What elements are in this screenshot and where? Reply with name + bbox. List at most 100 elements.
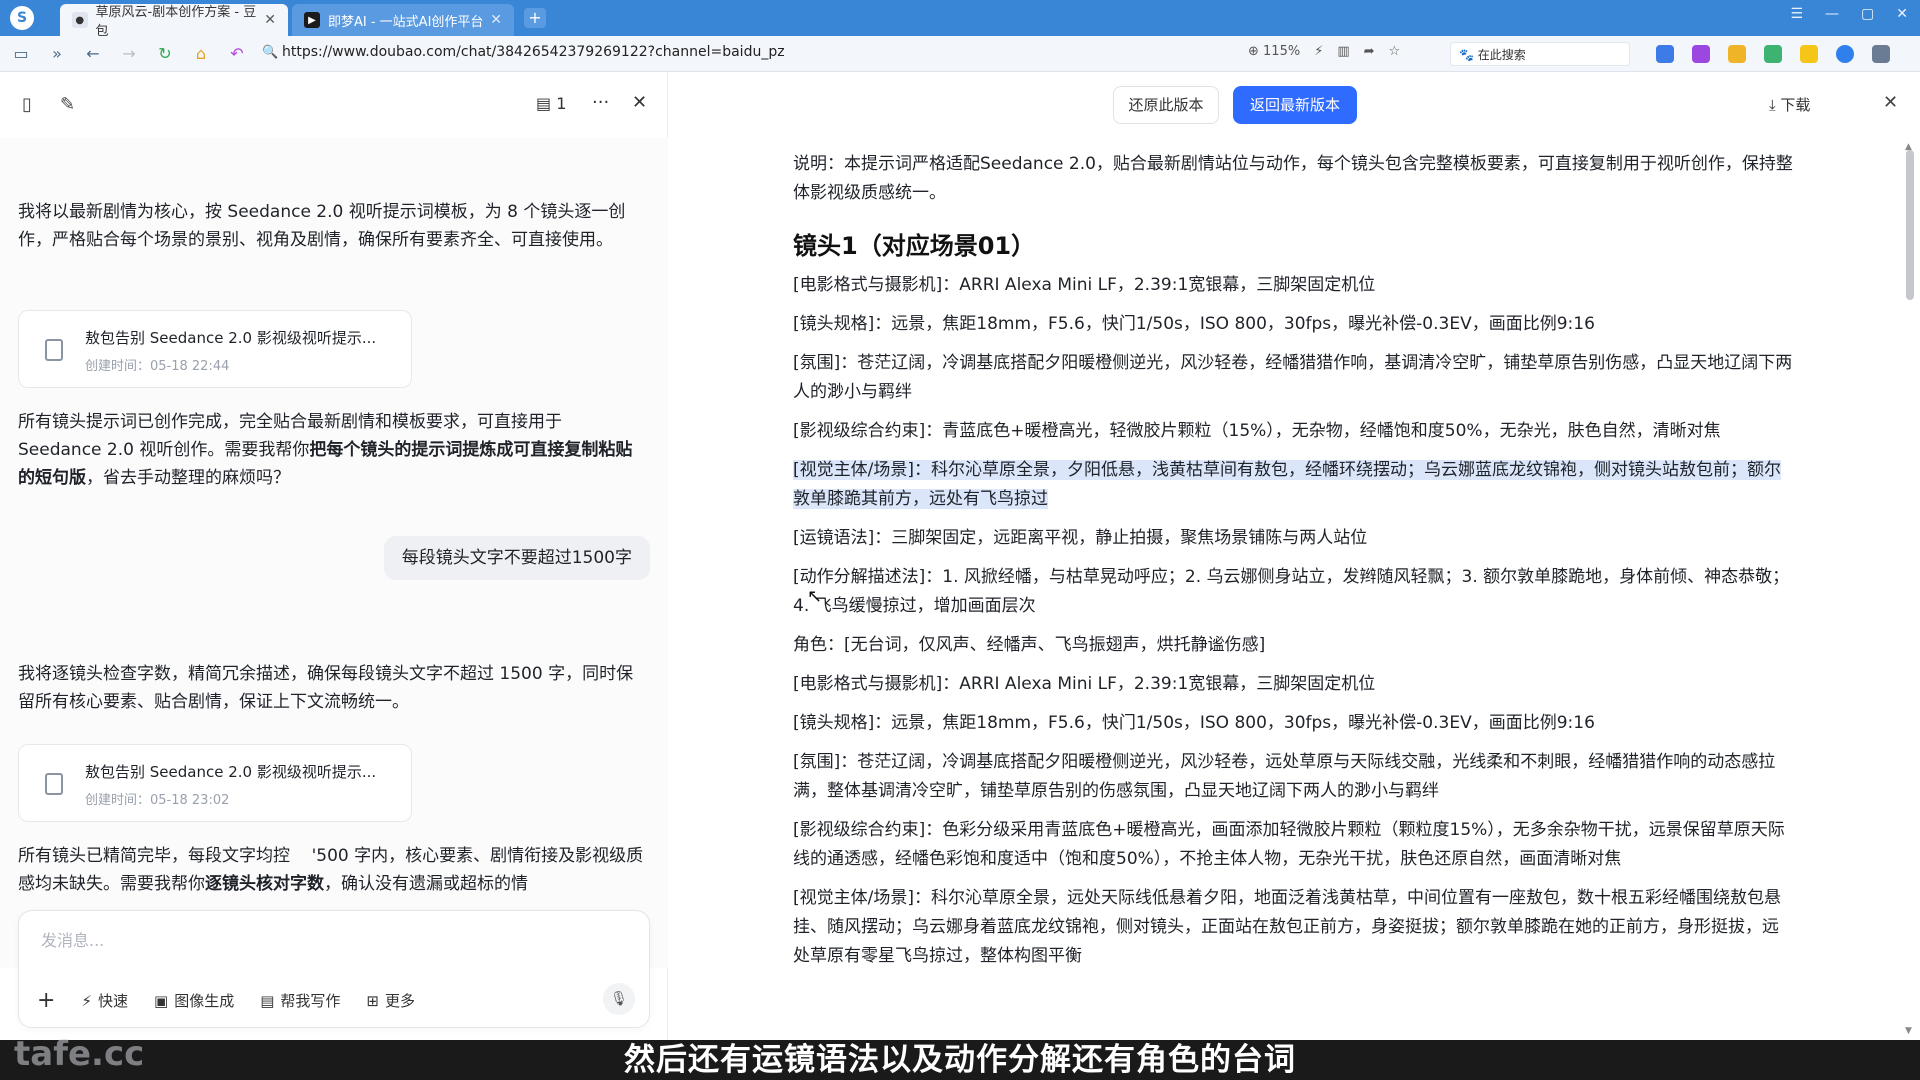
- microphone-icon[interactable]: 🎙: [603, 983, 635, 1015]
- download-ext-icon[interactable]: [1836, 45, 1854, 63]
- double-chevron-icon[interactable]: »: [44, 44, 70, 63]
- bolt-icon[interactable]: ⚡: [1314, 44, 1323, 59]
- maximize-icon[interactable]: ▢: [1861, 6, 1874, 22]
- sidebar-toggle-icon[interactable]: ▭: [8, 44, 34, 63]
- quick-button[interactable]: ⚡ 快速: [81, 990, 128, 1011]
- message-bold: 逐镜头核对字数: [205, 874, 324, 894]
- message-composer[interactable]: 发消息... + ⚡ 快速 ▣ 图像生成 ▤ 帮我写作 ⊞ 更多 🎙: [18, 910, 650, 1028]
- scissors-ext-icon[interactable]: [1872, 45, 1890, 63]
- message-text: ，省去手动整理的麻烦吗？: [86, 468, 290, 488]
- more-button[interactable]: ⊞ 更多: [366, 990, 415, 1011]
- doc-paragraph: [电影格式与摄影机]：ARRI Alexa Mini LF，2.39:1宽银幕，…: [793, 275, 1376, 295]
- star-icon[interactable]: ☆: [1389, 44, 1401, 59]
- doc-card[interactable]: 敖包告别 Seedance 2.0 影视级视听提示... 创建时间：05-18 …: [18, 310, 412, 388]
- browser-tabbar: S ● 草原风云-剧本创作方案 - 豆包 ✕ ▶ 即梦AI - 一站式AI创作平…: [0, 0, 1920, 39]
- doc-paragraph: [氛围]：苍茫辽阔，冷调基底搭配夕阳暖橙侧逆光，风沙轻卷，远处草原与天际线交融，…: [793, 752, 1776, 801]
- lock-icon: 🔍: [262, 45, 279, 60]
- home-icon[interactable]: ⌂: [188, 44, 214, 63]
- writing-label: 帮我写作: [280, 992, 341, 1010]
- chat-header: ▯ ✎ ▤ 1 ··· ✕: [0, 72, 667, 138]
- image-icon: ▣: [154, 991, 169, 1010]
- browser-search-input[interactable]: 🐾 在此搜索: [1450, 42, 1630, 66]
- document-close-icon[interactable]: ✕: [1883, 92, 1898, 113]
- purple-ext-icon[interactable]: [1692, 45, 1710, 63]
- browser-logo-icon[interactable]: S: [10, 6, 34, 30]
- assistant-message: 我将以最新剧情为核心，按 Seedance 2.0 视听提示词模板，为 8 个镜…: [18, 202, 626, 250]
- subtitle-text: 然后还有运镜语法以及动作分解还有角色的台词: [624, 1042, 1296, 1078]
- version-counter[interactable]: ▤ 1: [536, 94, 566, 113]
- doc-paragraph: [影视级综合约束]：青蓝底色+暖橙高光，轻微胶片颗粒（15%），无杂物，经幡饱和…: [793, 421, 1721, 441]
- close-icon[interactable]: ✕: [264, 12, 276, 28]
- restore-version-button[interactable]: 还原此版本: [1113, 86, 1219, 124]
- close-icon[interactable]: ✕: [490, 12, 502, 28]
- image-gen-button[interactable]: ▣ 图像生成: [154, 990, 234, 1011]
- jimeng-tab-icon: ▶: [304, 12, 320, 28]
- extensions: [1656, 45, 1890, 63]
- assistant-message: 所有镜头提示词已创作完成，完全贴合最新剧情和模板要求，可直接用于 Seedanc…: [18, 408, 648, 492]
- forward-icon[interactable]: →: [116, 44, 142, 63]
- doc-paragraph: [镜头规格]：远景，焦距18mm，F5.6，快门1/50s，ISO 800，30…: [793, 713, 1595, 733]
- sidebar-icon[interactable]: ▯: [22, 94, 44, 116]
- doubao-tab-icon: ●: [72, 12, 88, 28]
- doc-paragraph: [电影格式与摄影机]：ARRI Alexa Mini LF，2.39:1宽银幕，…: [793, 674, 1376, 694]
- back-icon[interactable]: ←: [80, 44, 106, 63]
- address-bar: ▭ » ← → ↻ ⌂ ↶ 🔍 https://www.doubao.com/c…: [0, 36, 1920, 72]
- doc-paragraph: [视觉主体/场景]：科尔沁草原全景，远处天际线低悬着夕阳，地面泛着浅黄枯草，中间…: [793, 888, 1781, 966]
- latest-version-button[interactable]: 返回最新版本: [1233, 86, 1357, 124]
- more-icon[interactable]: ···: [592, 92, 609, 113]
- star-ext-icon[interactable]: [1800, 45, 1818, 63]
- new-tab-button[interactable]: +: [524, 8, 546, 28]
- document-content: 说明：本提示词严格适配Seedance 2.0，贴合最新剧情站位与动作，每个镜头…: [793, 138, 1793, 1040]
- folder-ext-icon[interactable]: [1728, 45, 1746, 63]
- document-panel: 还原此版本 返回最新版本 ⤓ 下载 ✕ 说明：本提示词严格适配Seedance …: [669, 72, 1920, 1040]
- doc-card-time: 创建时间：05-18 22:44: [85, 359, 230, 374]
- watermark: tafe.cc: [14, 1034, 145, 1074]
- reload-icon[interactable]: ↻: [152, 44, 178, 63]
- panel-close-icon[interactable]: ✕: [632, 92, 647, 113]
- doc-paragraph-selected: [视觉主体/场景]：科尔沁草原全景，夕阳低悬，浅黄枯草间有敖包，经幡环绕摆动；乌…: [793, 456, 1793, 514]
- document-icon: [45, 339, 63, 361]
- zoom-icon[interactable]: ⊕ 115%: [1248, 44, 1300, 59]
- lightning-icon: ⚡: [81, 991, 92, 1010]
- doc-card[interactable]: 敖包告别 Seedance 2.0 影视级视听提示... 创建时间：05-18 …: [18, 744, 412, 822]
- add-attachment-button[interactable]: +: [37, 988, 55, 1013]
- doc-paragraph: [运镜语法]：三脚架固定，远距离平视，静止拍摄，聚焦场景铺陈与两人站位: [793, 528, 1368, 548]
- grid-icon: ⊞: [366, 991, 379, 1010]
- tab-doubao[interactable]: ● 草原风云-剧本创作方案 - 豆包 ✕: [60, 4, 288, 39]
- tab-doubao-label: 草原风云-剧本创作方案 - 豆包: [95, 5, 257, 39]
- assistant-message: 我将逐镜头检查字数，精简冗余描述，确保每段镜头文字不超过 1500 字，同时保留…: [18, 664, 634, 712]
- doc-card-title: 敖包告别 Seedance 2.0 影视级视听提示...: [85, 329, 377, 347]
- writing-button[interactable]: ▤ 帮我写作: [260, 990, 340, 1011]
- tab-jimeng-label: 即梦AI - 一站式AI创作平台: [328, 14, 484, 30]
- new-chat-icon[interactable]: ✎: [60, 94, 82, 116]
- tab-jimeng[interactable]: ▶ 即梦AI - 一站式AI创作平台 ✕: [292, 4, 514, 36]
- address-right-tools: ⊕ 115% ⚡ ▥ ➦ ☆: [1248, 44, 1400, 59]
- version-count: 1: [556, 94, 567, 113]
- chat-messages: 我将以最新剧情为核心，按 Seedance 2.0 视听提示词模板，为 8 个镜…: [0, 138, 668, 968]
- menu-icon[interactable]: ☰: [1790, 6, 1803, 22]
- message-text: 所有镜头已精简完毕，每段文字均控: [18, 846, 290, 866]
- download-icon: ⤓: [1769, 96, 1776, 114]
- translate-ext-icon[interactable]: [1656, 45, 1674, 63]
- share-icon[interactable]: ➦: [1364, 44, 1375, 59]
- writing-icon: ▤: [260, 991, 275, 1010]
- document-header: 还原此版本 返回最新版本 ⤓ 下载 ✕: [669, 72, 1920, 138]
- green-ext-icon[interactable]: [1764, 45, 1782, 63]
- minimize-icon[interactable]: —: [1825, 6, 1839, 22]
- doc-intro: 说明：本提示词严格适配Seedance 2.0，贴合最新剧情站位与动作，每个镜头…: [793, 154, 1793, 203]
- doc-paragraph: [动作分解描述法]：1. 风掀经幡，与枯草晃动呼应；2. 乌云娜侧身站立，发辫随…: [793, 567, 1790, 616]
- search-label: 在此搜索: [1477, 48, 1526, 62]
- quick-label: 快速: [97, 992, 128, 1010]
- document-scrollbar[interactable]: [1906, 150, 1914, 300]
- window-close-icon[interactable]: ✕: [1896, 6, 1908, 22]
- message-input[interactable]: 发消息...: [41, 927, 104, 951]
- mouse-cursor-icon: ↖: [807, 586, 823, 607]
- url-field[interactable]: https://www.doubao.com/chat/384265423792…: [282, 44, 785, 60]
- scroll-down-icon[interactable]: ▼: [1905, 1026, 1912, 1036]
- doc-paragraph: 角色：[无台词，仅风声、经幡声、飞鸟振翅声，烘托静谧伤感]: [793, 635, 1266, 655]
- doc-paragraph: [镜头规格]：远景，焦距18mm，F5.6，快门1/50s，ISO 800，30…: [793, 314, 1595, 334]
- undo-icon[interactable]: ↶: [224, 44, 250, 63]
- doc-paragraph: [氛围]：苍茫辽阔，冷调基底搭配夕阳暖橙侧逆光，风沙轻卷，经幡猎猎作响，基调清冷…: [793, 353, 1793, 402]
- download-button[interactable]: ⤓ 下载: [1769, 94, 1810, 115]
- reader-icon[interactable]: ▥: [1337, 44, 1349, 59]
